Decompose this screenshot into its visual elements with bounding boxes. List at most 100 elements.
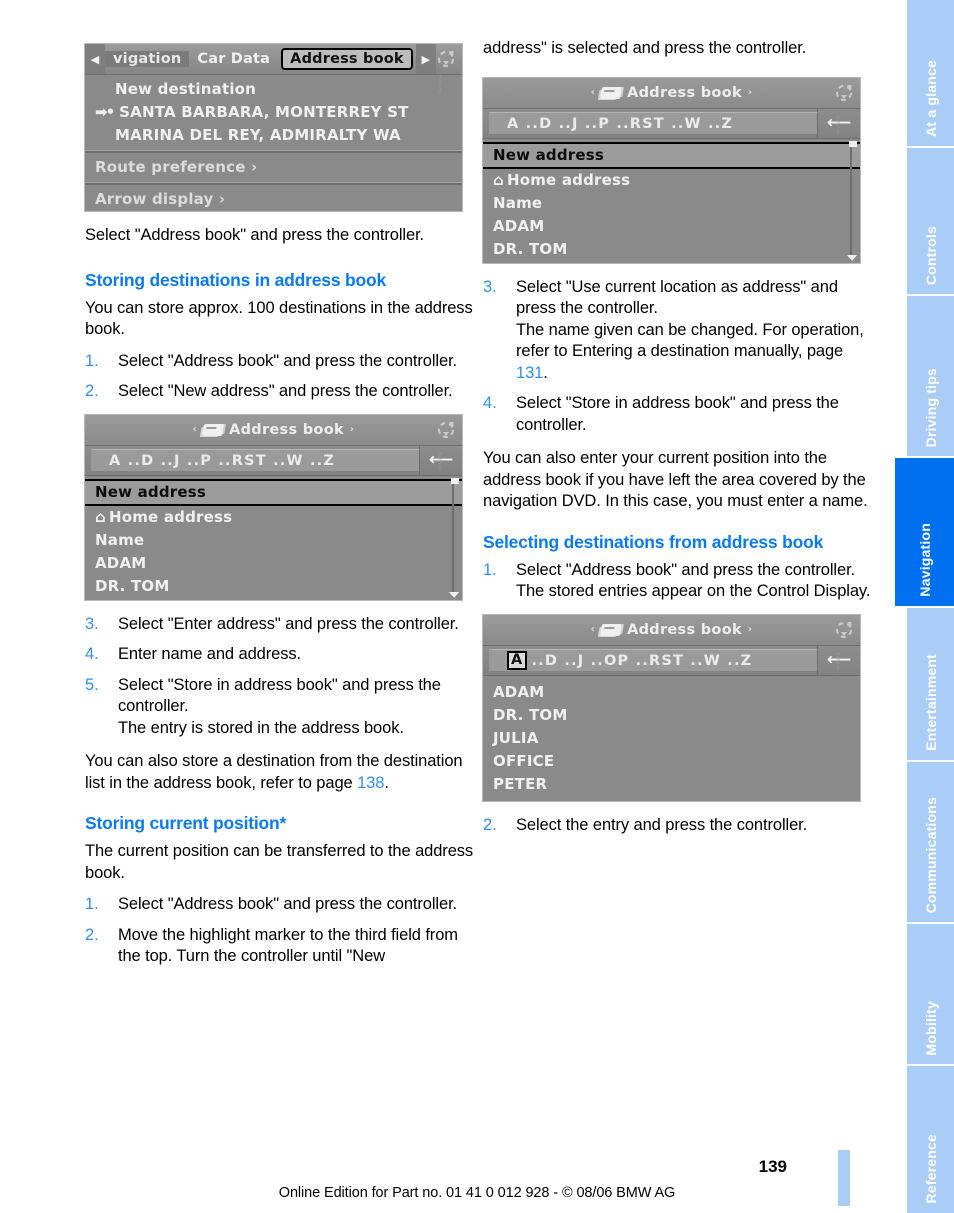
step-number: 1. [483, 560, 497, 579]
list-item[interactable]: DR. TOM [483, 238, 860, 261]
figure4-title: ‹ Address book › [591, 622, 753, 638]
scrollbar-thumb[interactable] [849, 140, 857, 147]
nav-pad-icon [438, 421, 454, 438]
scrollbar[interactable] [847, 140, 857, 261]
list-item-new-address[interactable]: New address [483, 141, 860, 169]
steps-selecting-2: 2. Select the entry and press the contro… [483, 815, 873, 837]
chevron-right-icon[interactable]: › [748, 624, 752, 635]
sidebar-tab-communications[interactable]: Communications [907, 762, 954, 922]
figure2-title-label: Address book [229, 421, 344, 438]
page-number: 139 [758, 1157, 787, 1176]
step-item: 2. Select "New address" and press the co… [85, 381, 475, 403]
tab-car-data[interactable]: Car Data [189, 51, 278, 67]
figure-navigation-menu: ◀ vigation Car Data Address book ▶ New d… [85, 44, 462, 211]
chevron-left-icon[interactable]: ‹ [193, 424, 197, 435]
step-text: Move the highlight marker to the third f… [118, 925, 458, 966]
figure1-header: ◀ vigation Car Data Address book ▶ [85, 44, 462, 75]
right-column: address" is selected and press the contr… [483, 38, 873, 848]
sidebar-tab-controls[interactable]: Controls [907, 148, 954, 294]
steps-storing-destinations-2: 3. Select "Enter address" and press the … [85, 614, 475, 740]
figure1-list: New destination ➡• SANTA BARBARA, MONTERR… [85, 75, 462, 211]
steps-storing-destinations: 1. Select "Address book" and press the c… [85, 351, 475, 403]
figure3-title: ‹ Address book › [591, 85, 753, 101]
figure-caption-vertical: BMW-Nr. [835, 652, 841, 674]
scrollbar-track [452, 477, 454, 598]
sidebar-tab-driving-tips[interactable]: Driving tips [907, 296, 954, 456]
tab-address-book[interactable]: Address book [281, 48, 413, 70]
list-item[interactable]: ADAM [483, 215, 860, 238]
list-item[interactable]: Name [483, 192, 860, 215]
list-item[interactable]: PETER [483, 773, 860, 796]
step-text: Select "Address book" and press the cont… [118, 895, 458, 913]
figure2-title: ‹ Address book › [193, 422, 355, 438]
step-item: 1. Select "Address book" and press the c… [483, 560, 873, 603]
list-item-home-address[interactable]: ⌂ Home address [85, 506, 462, 529]
right-arrow-icon[interactable]: ▶ [415, 44, 436, 74]
scroll-down-caret-icon[interactable] [449, 591, 459, 598]
chevron-left-icon[interactable]: ‹ [591, 87, 595, 98]
list-item[interactable]: New destination [85, 78, 462, 101]
chevron-left-icon[interactable]: ‹ [591, 624, 595, 635]
sidebar-tab-at-a-glance[interactable]: At a glance [907, 0, 954, 146]
list-item[interactable]: ADAM [483, 681, 860, 704]
list-item[interactable]: JULIA [483, 727, 860, 750]
sidebar-tab-label: Mobility [922, 1000, 939, 1055]
chevron-right-icon[interactable]: › [748, 87, 752, 98]
page-reference-138[interactable]: 138 [357, 774, 384, 792]
figure1-tabstrip: ◀ vigation Car Data Address book ▶ [85, 44, 436, 74]
list-item[interactable]: ➡• SANTA BARBARA, MONTERREY ST [85, 101, 462, 124]
figure-address-list: ‹ Address book › A ..D ..J ..OP ..RST ..… [483, 614, 860, 801]
sidebar-tab-entertainment[interactable]: Entertainment [907, 608, 954, 760]
heading-storing-current-position: Storing current position* [85, 813, 287, 833]
sidebar-tab-navigation[interactable]: Navigation [895, 458, 954, 606]
list-item[interactable]: ADAM [85, 552, 462, 575]
nav-pad-icon [438, 51, 454, 67]
list-item-home-address[interactable]: ⌂ Home address [483, 169, 860, 192]
left-arrow-icon[interactable]: ◀ [85, 44, 105, 74]
step-text: Select "Store in address book" and press… [516, 394, 839, 434]
address-book-icon [600, 623, 623, 636]
step-number: 1. [85, 351, 99, 370]
alpha-selected-letter[interactable]: A [507, 651, 528, 670]
list-item[interactable]: MARINA DEL REY, ADMIRALTY WA [85, 124, 462, 147]
alpha-rest: ..D ..J ..OP ..RST ..W ..Z [531, 652, 753, 669]
scrollbar[interactable] [449, 477, 459, 598]
menu-item-arrow-display[interactable]: Arrow display › [85, 188, 462, 211]
step-item: 2. Select the entry and press the contro… [483, 815, 873, 837]
intro-storing-destinations: You can store approx. 100 destinations i… [85, 298, 473, 339]
list-item[interactable]: DR. TOM [483, 704, 860, 727]
alpha-filter[interactable]: A ..D ..J ..P ..RST ..W ..Z [489, 112, 817, 134]
figure3-list: New address ⌂ Home address Name ADAM DR. … [483, 138, 860, 263]
heading-storing-destinations: Storing destinations in address book [85, 269, 387, 290]
steps-selecting: 1. Select "Address book" and press the c… [483, 560, 873, 603]
alpha-filter[interactable]: A ..D ..J ..OP ..RST ..W ..Z [489, 649, 817, 671]
list-item[interactable]: DR. TOM [85, 575, 462, 598]
step-item: 4. Select "Store in address book" and pr… [483, 393, 873, 436]
figure4-header-icons [834, 620, 860, 640]
step-number: 3. [483, 277, 497, 296]
caption-select-address-book: Select "Address book" and press the cont… [85, 226, 425, 244]
menu-item-route-preference[interactable]: Route preference › [85, 156, 462, 179]
step-item: 4. Enter name and address. [85, 644, 475, 666]
step-number: 3. [85, 614, 99, 633]
list-item-new-address[interactable]: New address [85, 478, 462, 506]
figure4-header: ‹ Address book › [483, 614, 860, 646]
divider [85, 182, 462, 185]
scrollbar-thumb[interactable] [451, 477, 459, 484]
figure2-alpha-row: A ..D ..J ..P ..RST ..W ..Z ⟵ [85, 445, 462, 476]
list-item[interactable]: Name [85, 529, 462, 552]
scroll-down-caret-icon[interactable] [847, 254, 857, 261]
figure4-list: ADAM DR. TOM JULIA OFFICE PETER [483, 675, 860, 801]
list-item[interactable]: OFFICE [483, 750, 860, 773]
sidebar-tab-mobility[interactable]: Mobility [907, 924, 954, 1064]
alpha-filter[interactable]: A ..D ..J ..P ..RST ..W ..Z [91, 449, 419, 471]
sidebar-tab-label: Controls [922, 225, 939, 285]
home-icon: ⌂ [493, 170, 504, 189]
tab-navigation[interactable]: vigation [105, 51, 190, 67]
page-reference-131[interactable]: 131 [516, 364, 543, 382]
figure-new-address-2: ‹ Address book › A ..D ..J ..P ..RST ..W… [483, 77, 860, 263]
chevron-right-icon[interactable]: › [350, 424, 354, 435]
note-text-suffix: . [384, 773, 389, 792]
note-text: You can also store a destination from th… [85, 752, 463, 792]
sidebar-tab-label: Entertainment [922, 654, 939, 751]
